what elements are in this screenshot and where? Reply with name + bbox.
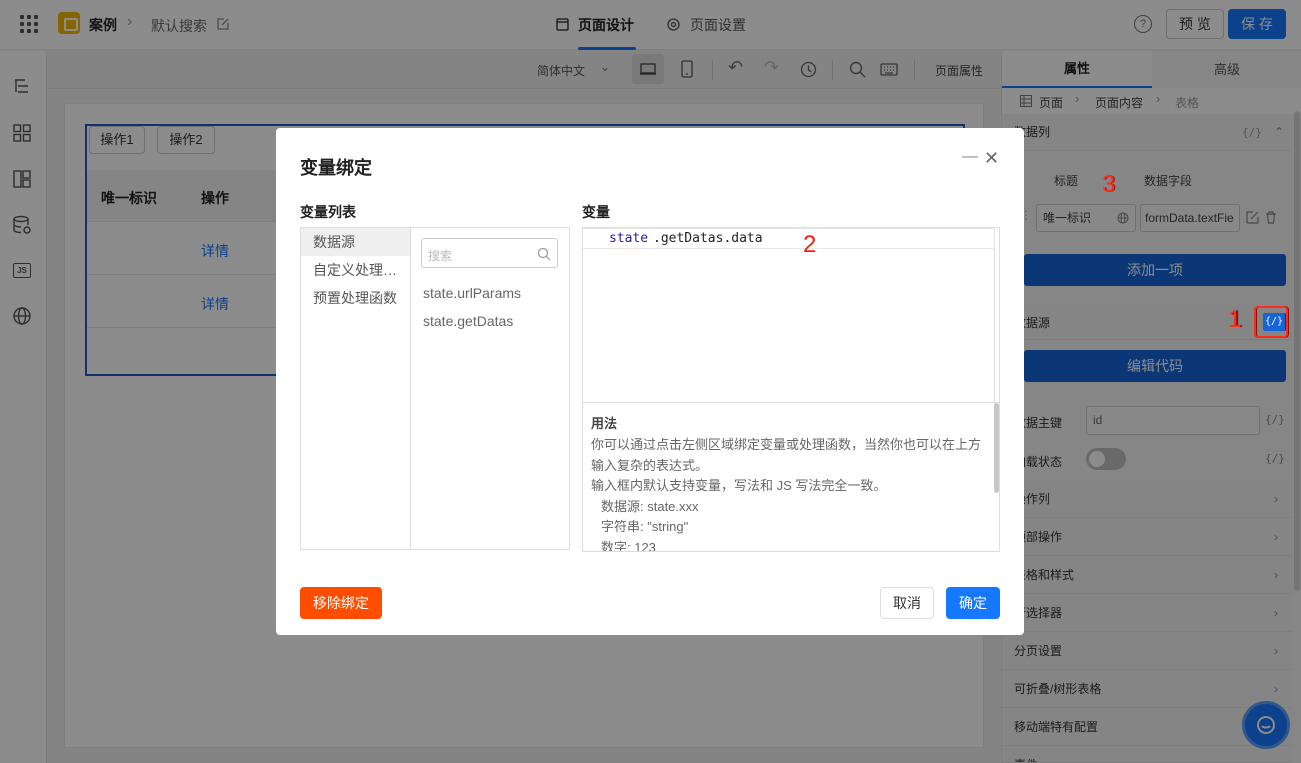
category-datasource[interactable]: 数据源 — [301, 228, 410, 256]
usage-line: 数据源: state.xxx — [601, 498, 699, 514]
var-url-params[interactable]: state.urlParams — [423, 285, 521, 301]
datasource-bind-button-highlight[interactable]: {/} — [1263, 313, 1285, 331]
variable-editor: state .getDatas.data 2 用法 你可以通过点击左侧区域绑定变… — [582, 227, 1000, 552]
code-keyword: state — [609, 231, 649, 246]
cancel-button[interactable]: 取消 — [880, 587, 934, 619]
usage-line: 数字: 123 — [601, 539, 656, 552]
confirm-button[interactable]: 确定 — [946, 587, 1000, 619]
annotation-1-label: 1 — [1228, 306, 1242, 333]
annotation-3-label: 3 — [1102, 171, 1116, 198]
variable-list-label: 变量列表 — [300, 204, 356, 220]
minimize-icon[interactable]: — — [962, 148, 978, 166]
category-preset-functions[interactable]: 预置处理函数 — [301, 284, 410, 312]
variable-binding-dialog: 变量绑定 — ✕ 变量列表 数据源 自定义处理… 预置处理函数 搜索 state… — [276, 128, 1024, 635]
variable-label: 变量 — [582, 204, 610, 220]
category-custom-handler[interactable]: 自定义处理… — [301, 256, 410, 284]
usage-line: 字符串: "string" — [601, 519, 689, 534]
var-get-datas[interactable]: state.getDatas — [423, 313, 513, 329]
variable-list-panel: 数据源 自定义处理… 预置处理函数 搜索 state.urlParams sta… — [300, 227, 570, 550]
usage-line: 输入框内默认支持变量，写法和 JS 写法完全一致。 — [591, 478, 887, 493]
remove-binding-button[interactable]: 移除绑定 — [300, 587, 382, 619]
scrollbar[interactable] — [994, 403, 999, 493]
search-icon[interactable] — [537, 247, 551, 261]
search-input[interactable]: 搜索 — [421, 238, 558, 268]
search-placeholder: 搜索 — [428, 249, 453, 263]
usage-panel: 用法 你可以通过点击左侧区域绑定变量或处理函数，当然你也可以在上方输入复杂的表达… — [583, 402, 999, 551]
code-editor[interactable]: state .getDatas.data — [583, 228, 995, 402]
category-list: 数据源 自定义处理… 预置处理函数 — [301, 228, 411, 549]
usage-title: 用法 — [591, 416, 618, 431]
usage-text: 你可以通过点击左侧区域绑定变量或处理函数，当然你也可以在上方输入复杂的表达式。 … — [591, 435, 987, 551]
close-icon[interactable]: ✕ — [984, 148, 999, 169]
dialog-title: 变量绑定 — [300, 158, 372, 178]
usage-line: 你可以通过点击左侧区域绑定变量或处理函数，当然你也可以在上方输入复杂的表达式。 — [591, 437, 982, 473]
code-expression: .getDatas.data — [653, 231, 763, 246]
annotation-2: 2 — [803, 231, 817, 258]
